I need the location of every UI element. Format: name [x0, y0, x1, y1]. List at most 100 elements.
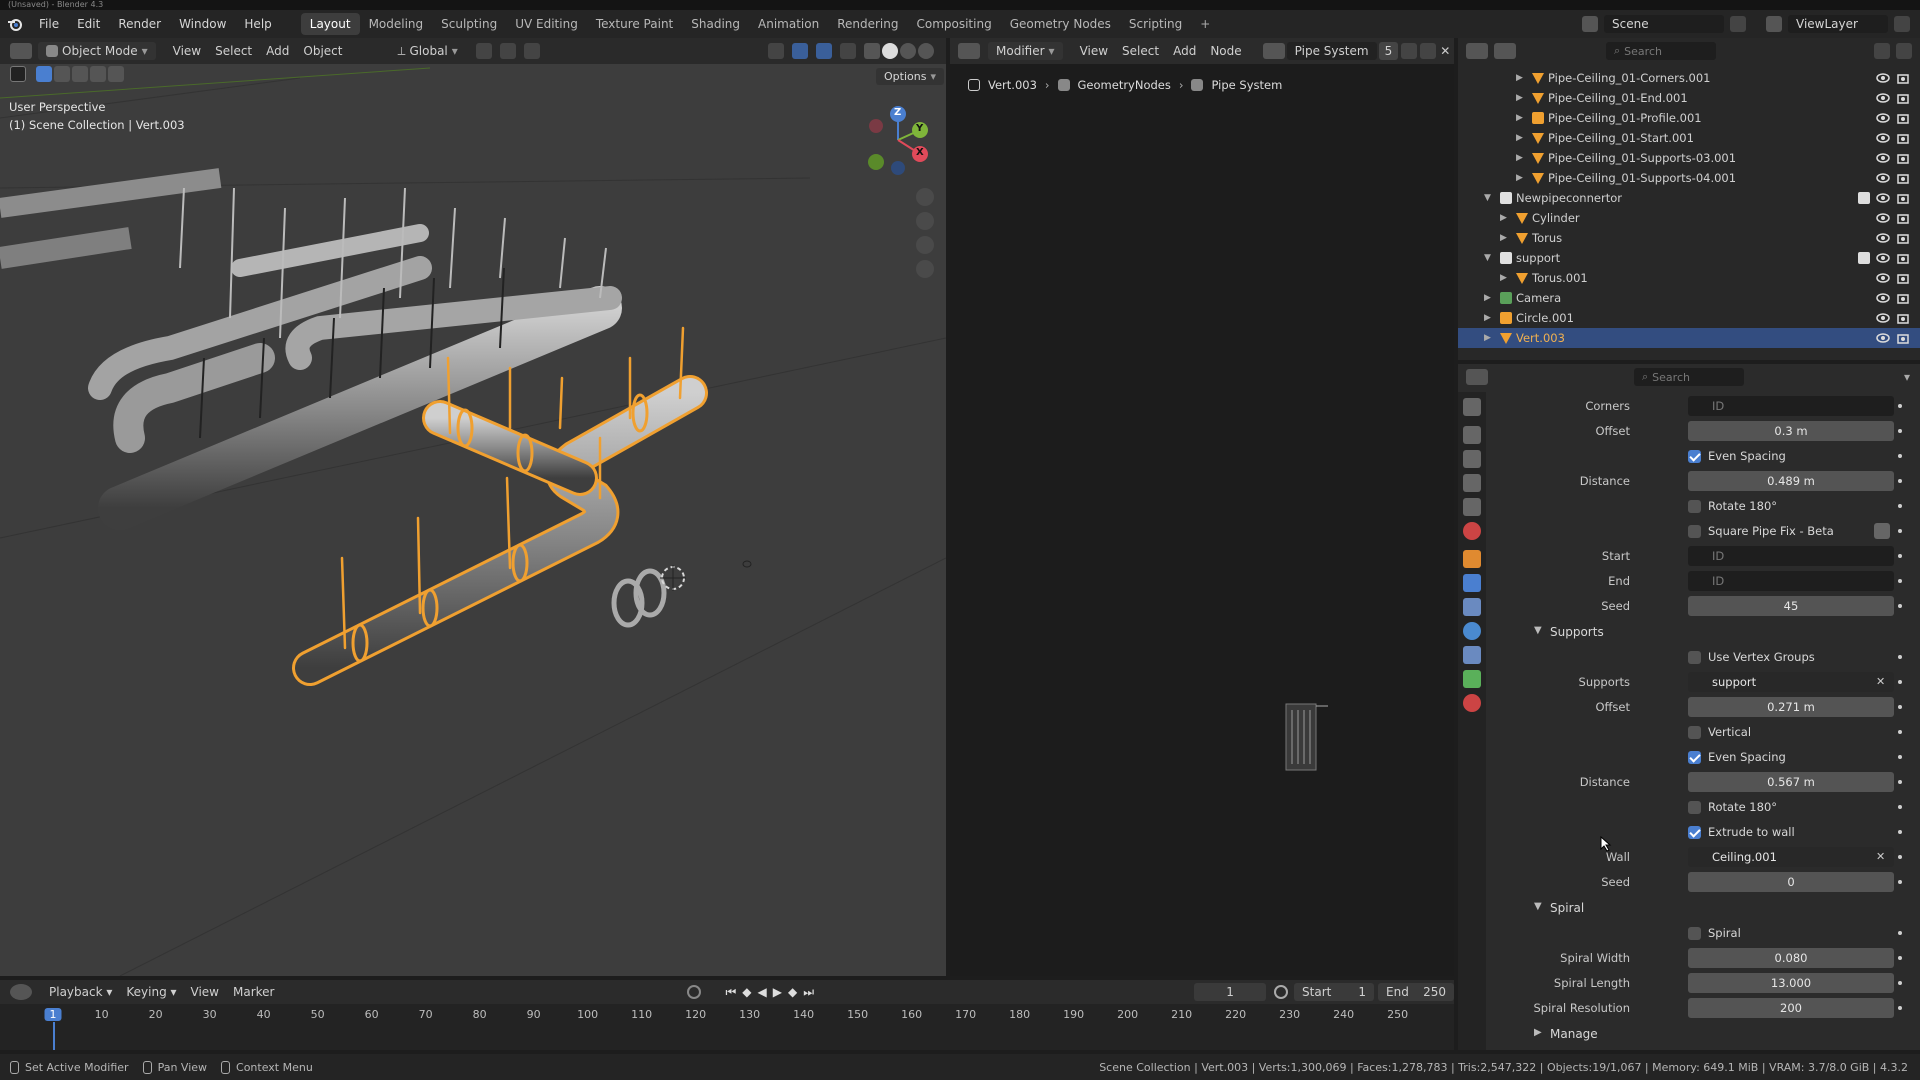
timeline-type-icon[interactable] [10, 984, 32, 1000]
timeline[interactable]: Playback ▾ Keying ▾ View Marker ⏮ ◆ ◀ ▶ … [0, 980, 1454, 1050]
start-field[interactable]: ID [1688, 546, 1894, 566]
fake-user-shield-icon[interactable] [1401, 43, 1418, 59]
chevron-right-icon[interactable]: ▶ [1484, 313, 1496, 323]
select-invert-icon[interactable] [90, 66, 106, 82]
supports-distance-field[interactable]: 0.567 m [1688, 772, 1894, 792]
keyframe-dot-icon[interactable] [1898, 931, 1902, 935]
play-reverse-icon[interactable]: ◀ [758, 985, 767, 1000]
vertical-checkbox[interactable] [1688, 726, 1701, 739]
viewlayer-icon[interactable] [1766, 16, 1782, 32]
outliner-row[interactable]: ▶ Pipe-Ceiling_01-Supports-03.001 [1458, 148, 1920, 168]
node-tree-type-dropdown[interactable]: Modifier ▾ [988, 42, 1063, 60]
node-menu-select[interactable]: Select [1115, 42, 1166, 60]
end-frame-field[interactable]: End 250 [1378, 983, 1454, 1001]
preview-range-clock-icon[interactable] [1274, 985, 1289, 999]
keyframe-dot-icon[interactable] [1898, 429, 1902, 433]
outliner-row[interactable]: ▶ Camera [1458, 288, 1920, 308]
chevron-down-icon[interactable]: ▼ [1484, 253, 1496, 263]
keyframe-dot-icon[interactable] [1898, 981, 1902, 985]
viewport-menu-select[interactable]: Select [208, 42, 259, 60]
square-fix-checkbox[interactable] [1688, 525, 1701, 538]
render-camera-icon[interactable] [1896, 291, 1910, 305]
eye-visibility-icon[interactable] [1876, 191, 1890, 205]
menu-window[interactable]: Window [170, 10, 235, 38]
render-camera-icon[interactable] [1896, 191, 1910, 205]
spiral-resolution-field[interactable]: 200 [1688, 998, 1894, 1018]
spiral-length-field[interactable]: 13.000 [1688, 973, 1894, 993]
auto-keying-icon[interactable] [687, 985, 702, 999]
seed-field[interactable]: 45 [1688, 596, 1894, 616]
object-tab-icon[interactable] [1463, 550, 1481, 568]
keyframe-dot-icon[interactable] [1898, 579, 1902, 583]
chevron-right-icon[interactable]: ▶ [1484, 333, 1496, 343]
select-new-icon[interactable] [36, 66, 52, 82]
eye-visibility-icon[interactable] [1876, 271, 1890, 285]
select-intersect-icon[interactable] [108, 66, 124, 82]
keyframe-dot-icon[interactable] [1898, 805, 1902, 809]
outliner-row[interactable]: ▶ Pipe-Ceiling_01-Supports-04.001 [1458, 168, 1920, 188]
chevron-right-icon[interactable]: ▶ [1516, 153, 1528, 163]
menu-file[interactable]: File [30, 10, 68, 38]
physics-tab-icon[interactable] [1463, 622, 1481, 640]
shading-rendered-icon[interactable] [918, 43, 934, 59]
clear-field-icon[interactable]: ✕ [1876, 675, 1885, 688]
timeline-menu-playback[interactable]: Playback ▾ [42, 983, 119, 1001]
select-extend-icon[interactable] [54, 66, 70, 82]
collection-include-checkbox[interactable] [1858, 252, 1870, 264]
particles-tab-icon[interactable] [1463, 598, 1481, 616]
keyframe-dot-icon[interactable] [1898, 1006, 1902, 1010]
3d-viewport[interactable]: Object Mode ▾ View Select Add Object ⟂ Glo… [0, 38, 946, 976]
constraints-tab-icon[interactable] [1463, 646, 1481, 664]
current-frame-field[interactable]: 1 [1194, 983, 1267, 1001]
node-tree-name-field[interactable]: Pipe System [1286, 42, 1377, 60]
shading-material-icon[interactable] [900, 43, 916, 59]
select-tool-icon[interactable] [10, 66, 26, 82]
ortho-grid-icon[interactable] [916, 260, 934, 278]
xray-icon[interactable] [840, 43, 856, 59]
keyframe-dot-icon[interactable] [1898, 705, 1902, 709]
keyframe-dot-icon[interactable] [1898, 956, 1902, 960]
outliner-row[interactable]: ▶ Pipe-Ceiling_01-Profile.001 [1458, 108, 1920, 128]
node-menu-view[interactable]: View [1073, 42, 1115, 60]
outliner-row[interactable]: ▶ Pipe-Ceiling_01-Start.001 [1458, 128, 1920, 148]
spiral-width-field[interactable]: 0.080 [1688, 948, 1894, 968]
start-frame-field[interactable]: Start 1 [1294, 983, 1375, 1001]
options-dropdown[interactable]: Options ▾ [876, 68, 944, 85]
chevron-right-icon[interactable]: ▶ [1484, 293, 1496, 303]
even-spacing-checkbox[interactable] [1688, 450, 1701, 463]
eye-visibility-icon[interactable] [1876, 291, 1890, 305]
supports-field[interactable]: support [1688, 672, 1894, 692]
rotate-checkbox[interactable] [1688, 500, 1701, 513]
render-camera-icon[interactable] [1896, 331, 1910, 345]
eye-visibility-icon[interactable] [1876, 91, 1890, 105]
workspace-tab-shading[interactable]: Shading [682, 13, 749, 35]
properties-search[interactable]: ⌕ Search [1634, 368, 1744, 386]
supports-rotate-checkbox[interactable] [1688, 801, 1701, 814]
snap-icon[interactable] [499, 43, 516, 59]
keyframe-dot-icon[interactable] [1898, 529, 1902, 533]
workspace-tab-geometry-nodes[interactable]: Geometry Nodes [1001, 13, 1120, 35]
outliner-row[interactable]: ▶ Circle.001 [1458, 308, 1920, 328]
render-camera-icon[interactable] [1896, 271, 1910, 285]
collection-include-checkbox[interactable] [1858, 192, 1870, 204]
viewport-menu-view[interactable]: View [166, 42, 208, 60]
eye-visibility-icon[interactable] [1876, 111, 1890, 125]
navigation-gizmo[interactable]: Z Y X [860, 102, 936, 178]
menu-help[interactable]: Help [235, 10, 280, 38]
menu-render[interactable]: Render [109, 10, 170, 38]
pivot-icon[interactable] [475, 43, 492, 59]
chevron-right-icon[interactable]: ▶ [1500, 213, 1512, 223]
workspace-tab-uv-editing[interactable]: UV Editing [506, 13, 587, 35]
filter-icon[interactable] [1874, 43, 1890, 59]
new-collection-icon[interactable] [1896, 43, 1912, 59]
outliner-row[interactable]: ▶ Torus.001 [1458, 268, 1920, 288]
jump-end-icon[interactable]: ⏭ [803, 985, 814, 1000]
workspace-tab-scripting[interactable]: Scripting [1120, 13, 1191, 35]
keyframe-dot-icon[interactable] [1898, 730, 1902, 734]
attribute-toggle-icon[interactable] [1874, 523, 1890, 539]
workspace-tab-sculpting[interactable]: Sculpting [432, 13, 506, 35]
tool-tab-icon[interactable] [1463, 398, 1481, 416]
new-viewlayer-icon[interactable] [1894, 16, 1910, 32]
render-camera-icon[interactable] [1896, 311, 1910, 325]
world-tab-icon[interactable] [1463, 522, 1481, 540]
